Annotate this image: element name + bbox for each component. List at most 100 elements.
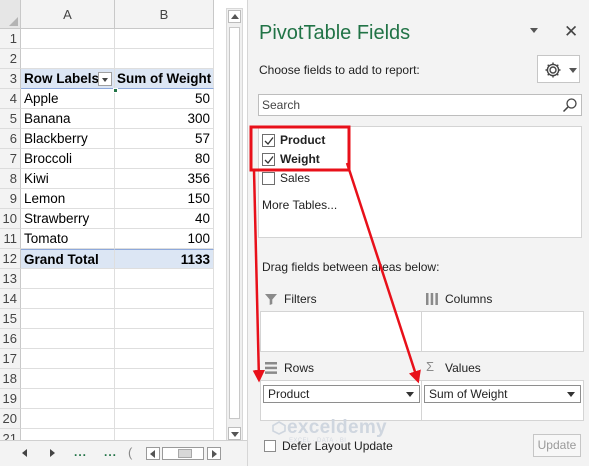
- empty-cell[interactable]: [115, 289, 214, 309]
- filters-drop-zone[interactable]: [260, 311, 423, 352]
- weight-checkbox[interactable]: [262, 153, 275, 166]
- empty-cell[interactable]: [21, 289, 115, 309]
- weight-value-cell[interactable]: 57: [115, 129, 214, 149]
- previous-sheet-icon[interactable]: [22, 449, 27, 457]
- scroll-up-arrow-icon[interactable]: [228, 10, 241, 23]
- search-icon[interactable]: [562, 97, 578, 113]
- select-all-corner[interactable]: [0, 0, 21, 29]
- row-number[interactable]: 18: [0, 369, 21, 389]
- row-number[interactable]: 10: [0, 209, 21, 229]
- sales-checkbox[interactable]: [262, 172, 275, 185]
- sheet-tab-bar: ... ... (: [0, 440, 247, 466]
- tools-button[interactable]: [537, 55, 580, 83]
- grand-total-label-cell[interactable]: Grand Total: [21, 249, 115, 269]
- empty-cell[interactable]: [115, 409, 214, 429]
- empty-cell[interactable]: [21, 309, 115, 329]
- weight-value-cell[interactable]: 80: [115, 149, 214, 169]
- row-label-cell[interactable]: Blackberry: [21, 129, 115, 149]
- sheet-tabs-more-left[interactable]: ...: [74, 445, 87, 459]
- row-labels-filter-button[interactable]: [98, 72, 112, 86]
- values-drop-zone[interactable]: Sum of Weight: [421, 380, 584, 421]
- weight-value-cell[interactable]: 356: [115, 169, 214, 189]
- weight-value-cell[interactable]: 40: [115, 209, 214, 229]
- empty-cell[interactable]: [21, 269, 115, 289]
- hscroll-left-icon[interactable]: [146, 447, 160, 460]
- sheet-tabs-more-right[interactable]: ...: [104, 445, 117, 459]
- defer-layout-checkbox[interactable]: [264, 440, 276, 452]
- empty-cell[interactable]: [115, 29, 214, 49]
- hscroll-right-icon[interactable]: [207, 447, 221, 460]
- row-number[interactable]: 14: [0, 289, 21, 309]
- row-labels-header-cell[interactable]: Row Labels: [21, 69, 115, 89]
- column-header-b[interactable]: B: [115, 0, 214, 29]
- hscroll-thumb[interactable]: [178, 449, 192, 458]
- row-number[interactable]: 4: [0, 89, 21, 109]
- row-label-cell[interactable]: Apple: [21, 89, 115, 109]
- row-number[interactable]: 11: [0, 229, 21, 249]
- empty-cell[interactable]: [21, 409, 115, 429]
- row-number[interactable]: 15: [0, 309, 21, 329]
- empty-cell[interactable]: [115, 49, 214, 69]
- fill-handle[interactable]: [113, 88, 118, 93]
- empty-cell[interactable]: [21, 389, 115, 409]
- empty-cell[interactable]: [115, 309, 214, 329]
- weight-value-cell[interactable]: 300: [115, 109, 214, 129]
- field-search[interactable]: [258, 94, 582, 116]
- empty-cell[interactable]: [21, 369, 115, 389]
- row-number[interactable]: 8: [0, 169, 21, 189]
- vertical-scrollbar[interactable]: [226, 8, 243, 444]
- new-sheet-button[interactable]: (: [128, 445, 132, 460]
- pill-dropdown-icon[interactable]: [567, 392, 575, 397]
- defer-layout-label[interactable]: Defer Layout Update: [282, 439, 393, 453]
- row-label-cell[interactable]: Banana: [21, 109, 115, 129]
- row-number[interactable]: 13: [0, 269, 21, 289]
- search-input[interactable]: [259, 95, 549, 115]
- empty-cell[interactable]: [115, 329, 214, 349]
- weight-value-cell[interactable]: 100: [115, 229, 214, 249]
- update-button[interactable]: Update: [533, 434, 581, 457]
- more-tables-link[interactable]: More Tables...: [262, 198, 337, 212]
- drag-fields-label: Drag fields between areas below:: [262, 260, 440, 274]
- row-number[interactable]: 20: [0, 409, 21, 429]
- next-sheet-icon[interactable]: [50, 449, 55, 457]
- empty-cell[interactable]: [21, 29, 115, 49]
- empty-cell[interactable]: [115, 389, 214, 409]
- columns-drop-zone[interactable]: [421, 311, 584, 352]
- row-number[interactable]: 3: [0, 69, 21, 89]
- empty-cell[interactable]: [21, 349, 115, 369]
- rows-drop-zone[interactable]: Product: [260, 380, 423, 421]
- product-checkbox[interactable]: [262, 134, 275, 147]
- row-label-cell[interactable]: Broccoli: [21, 149, 115, 169]
- empty-cell[interactable]: [115, 369, 214, 389]
- row-number[interactable]: 6: [0, 129, 21, 149]
- scroll-thumb[interactable]: [229, 27, 240, 419]
- grand-total-value-cell[interactable]: 1133: [115, 249, 214, 269]
- row-number[interactable]: 5: [0, 109, 21, 129]
- pane-options-dropdown-icon[interactable]: [530, 28, 538, 33]
- row-number[interactable]: 16: [0, 329, 21, 349]
- weight-value-cell[interactable]: 150: [115, 189, 214, 209]
- pill-dropdown-icon[interactable]: [406, 392, 414, 397]
- row-number[interactable]: 17: [0, 349, 21, 369]
- row-label-cell[interactable]: Kiwi: [21, 169, 115, 189]
- row-number[interactable]: 19: [0, 389, 21, 409]
- sum-of-weight-header-cell[interactable]: Sum of Weight: [115, 69, 214, 89]
- row-label-cell[interactable]: Lemon: [21, 189, 115, 209]
- row-number[interactable]: 7: [0, 149, 21, 169]
- empty-cell[interactable]: [21, 49, 115, 69]
- empty-cell[interactable]: [115, 349, 214, 369]
- values-field-pill[interactable]: Sum of Weight: [424, 385, 581, 403]
- close-pane-button[interactable]: ✕: [564, 22, 578, 42]
- weight-value-cell[interactable]: 50: [115, 89, 214, 109]
- empty-cell[interactable]: [21, 329, 115, 349]
- row-label-cell[interactable]: Tomato: [21, 229, 115, 249]
- row-number[interactable]: 2: [0, 49, 21, 69]
- scroll-down-arrow-icon[interactable]: [228, 427, 241, 440]
- column-header-a[interactable]: A: [21, 0, 115, 29]
- row-label-cell[interactable]: Strawberry: [21, 209, 115, 229]
- empty-cell[interactable]: [115, 269, 214, 289]
- row-number[interactable]: 9: [0, 189, 21, 209]
- row-number[interactable]: 1: [0, 29, 21, 49]
- row-number[interactable]: 12: [0, 249, 21, 269]
- rows-field-pill[interactable]: Product: [263, 385, 420, 403]
